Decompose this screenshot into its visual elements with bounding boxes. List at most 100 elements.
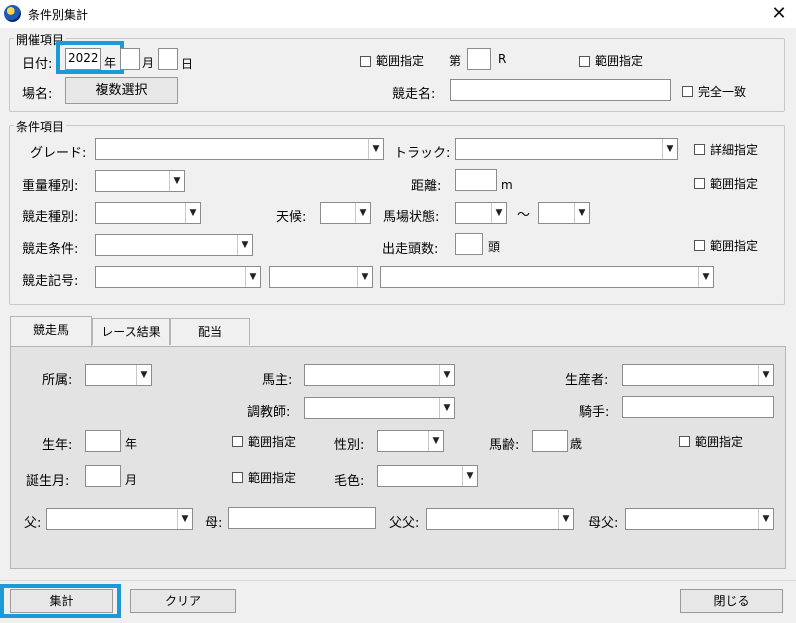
going-from-select[interactable]: ▼ [455,202,507,224]
date-range-checkbox[interactable] [360,56,371,67]
date-label: 日付: [22,57,53,72]
jockey-label: 騎手: [579,405,610,420]
birth-year-label: 生年: [42,438,73,453]
breeder-label: 生産者: [565,373,609,388]
close-window-button[interactable]: ✕ [762,0,796,28]
owner-label: 馬主: [262,373,293,388]
race-symbol-select-3[interactable]: ▼ [380,266,714,288]
joken-legend: 条件項目 [14,118,67,135]
year-input[interactable]: 2022 [65,48,101,70]
grade-select[interactable]: ▼ [95,138,384,160]
dam-input[interactable] [228,507,376,529]
birth-year-range-checkbox[interactable] [232,436,243,447]
clear-button[interactable]: クリア [130,589,236,613]
chevron-down-icon: ▼ [355,203,370,223]
trainer-label: 調教師: [247,405,291,420]
birth-month-range-label: 範囲指定 [248,471,297,485]
affiliation-label: 所属: [42,373,73,388]
day-unit: 日 [181,57,194,71]
chevron-down-icon: ▼ [758,365,773,385]
day-input[interactable] [158,48,178,70]
going-to-select[interactable]: ▼ [538,202,590,224]
distance-input[interactable] [455,169,497,191]
tab-race-result[interactable]: レース結果 [92,318,170,345]
sire-label: 父: [24,516,42,531]
tab-horse[interactable]: 競走馬 [10,316,92,346]
tab-payout[interactable]: 配当 [170,318,250,345]
close-button[interactable]: 閉じる [680,589,783,613]
chevron-down-icon: ▼ [428,431,443,451]
trainer-select[interactable]: ▼ [304,397,455,419]
race-name-input[interactable] [450,79,671,101]
chevron-down-icon: ▼ [177,509,192,529]
month-unit: 月 [142,56,155,70]
owner-select[interactable]: ▼ [304,364,455,386]
age-range-label: 範囲指定 [695,435,744,449]
weather-label: 天候: [276,210,307,225]
race-name-label: 競走名: [392,87,436,102]
birth-month-label: 誕生月: [26,474,70,489]
chevron-down-icon: ▼ [237,235,252,255]
detail-label: 詳細指定 [710,143,759,157]
going-label: 馬場状態: [383,210,440,225]
race-symbol-select-2[interactable]: ▼ [269,266,373,288]
venue-multi-select-button[interactable]: 複数選択 [65,77,178,104]
footer-divider [0,580,796,581]
distance-range-label: 範囲指定 [710,177,759,191]
birth-month-input[interactable] [85,465,121,487]
sex-label: 性別: [334,438,365,453]
chevron-down-icon: ▼ [758,509,773,529]
sire-sire-select[interactable]: ▼ [426,508,574,530]
dai-label: 第 [449,54,462,68]
chevron-down-icon: ▼ [662,139,677,159]
affiliation-select[interactable]: ▼ [85,364,152,386]
weight-type-label: 重量種別: [22,179,79,194]
race-range-checkbox[interactable] [579,56,590,67]
detail-checkbox[interactable] [694,144,705,155]
aggregate-button[interactable]: 集計 [10,589,113,613]
age-input[interactable] [532,430,568,452]
birth-year-range-label: 範囲指定 [248,435,297,449]
race-type-select[interactable]: ▼ [95,202,201,224]
runners-input[interactable] [455,233,483,255]
dam-label: 母: [205,516,223,531]
exact-match-label: 完全一致 [698,85,747,99]
chevron-down-icon: ▼ [357,267,372,287]
distance-label: 距離: [411,179,442,194]
coat-select[interactable]: ▼ [377,465,478,487]
race-condition-select[interactable]: ▼ [95,234,253,256]
chevron-down-icon: ▼ [439,365,454,385]
coat-label: 毛色: [334,474,365,489]
month-input[interactable] [120,48,140,70]
race-unit: R [498,52,507,66]
runners-label: 出走頭数: [382,242,439,257]
app-globe-icon [4,5,21,22]
chevron-down-icon: ▼ [368,139,383,159]
race-symbol-label: 競走記号: [22,274,79,289]
race-type-label: 競走種別: [22,210,79,225]
exact-match-checkbox[interactable] [682,86,693,97]
runners-range-checkbox[interactable] [694,240,705,251]
sex-select[interactable]: ▼ [377,430,444,452]
race-number-input[interactable] [467,48,491,70]
birth-month-range-checkbox[interactable] [232,472,243,483]
sire-select[interactable]: ▼ [46,508,193,530]
chevron-down-icon: ▼ [169,171,184,191]
distance-range-checkbox[interactable] [694,178,705,189]
race-symbol-select-1[interactable]: ▼ [95,266,261,288]
grade-label: グレード: [30,146,87,161]
birth-month-unit: 月 [125,473,138,487]
title-bar [0,0,796,28]
age-range-checkbox[interactable] [679,436,690,447]
weight-type-select[interactable]: ▼ [95,170,185,192]
weather-select[interactable]: ▼ [320,202,371,224]
runners-unit: 頭 [488,240,501,254]
dam-sire-select[interactable]: ▼ [625,508,774,530]
track-select[interactable]: ▼ [455,138,678,160]
breeder-select[interactable]: ▼ [622,364,774,386]
venue-label: 場名: [22,87,53,102]
chevron-down-icon: ▼ [698,267,713,287]
birth-year-input[interactable] [85,430,121,452]
chevron-down-icon: ▼ [439,398,454,418]
jockey-input[interactable] [622,396,774,418]
